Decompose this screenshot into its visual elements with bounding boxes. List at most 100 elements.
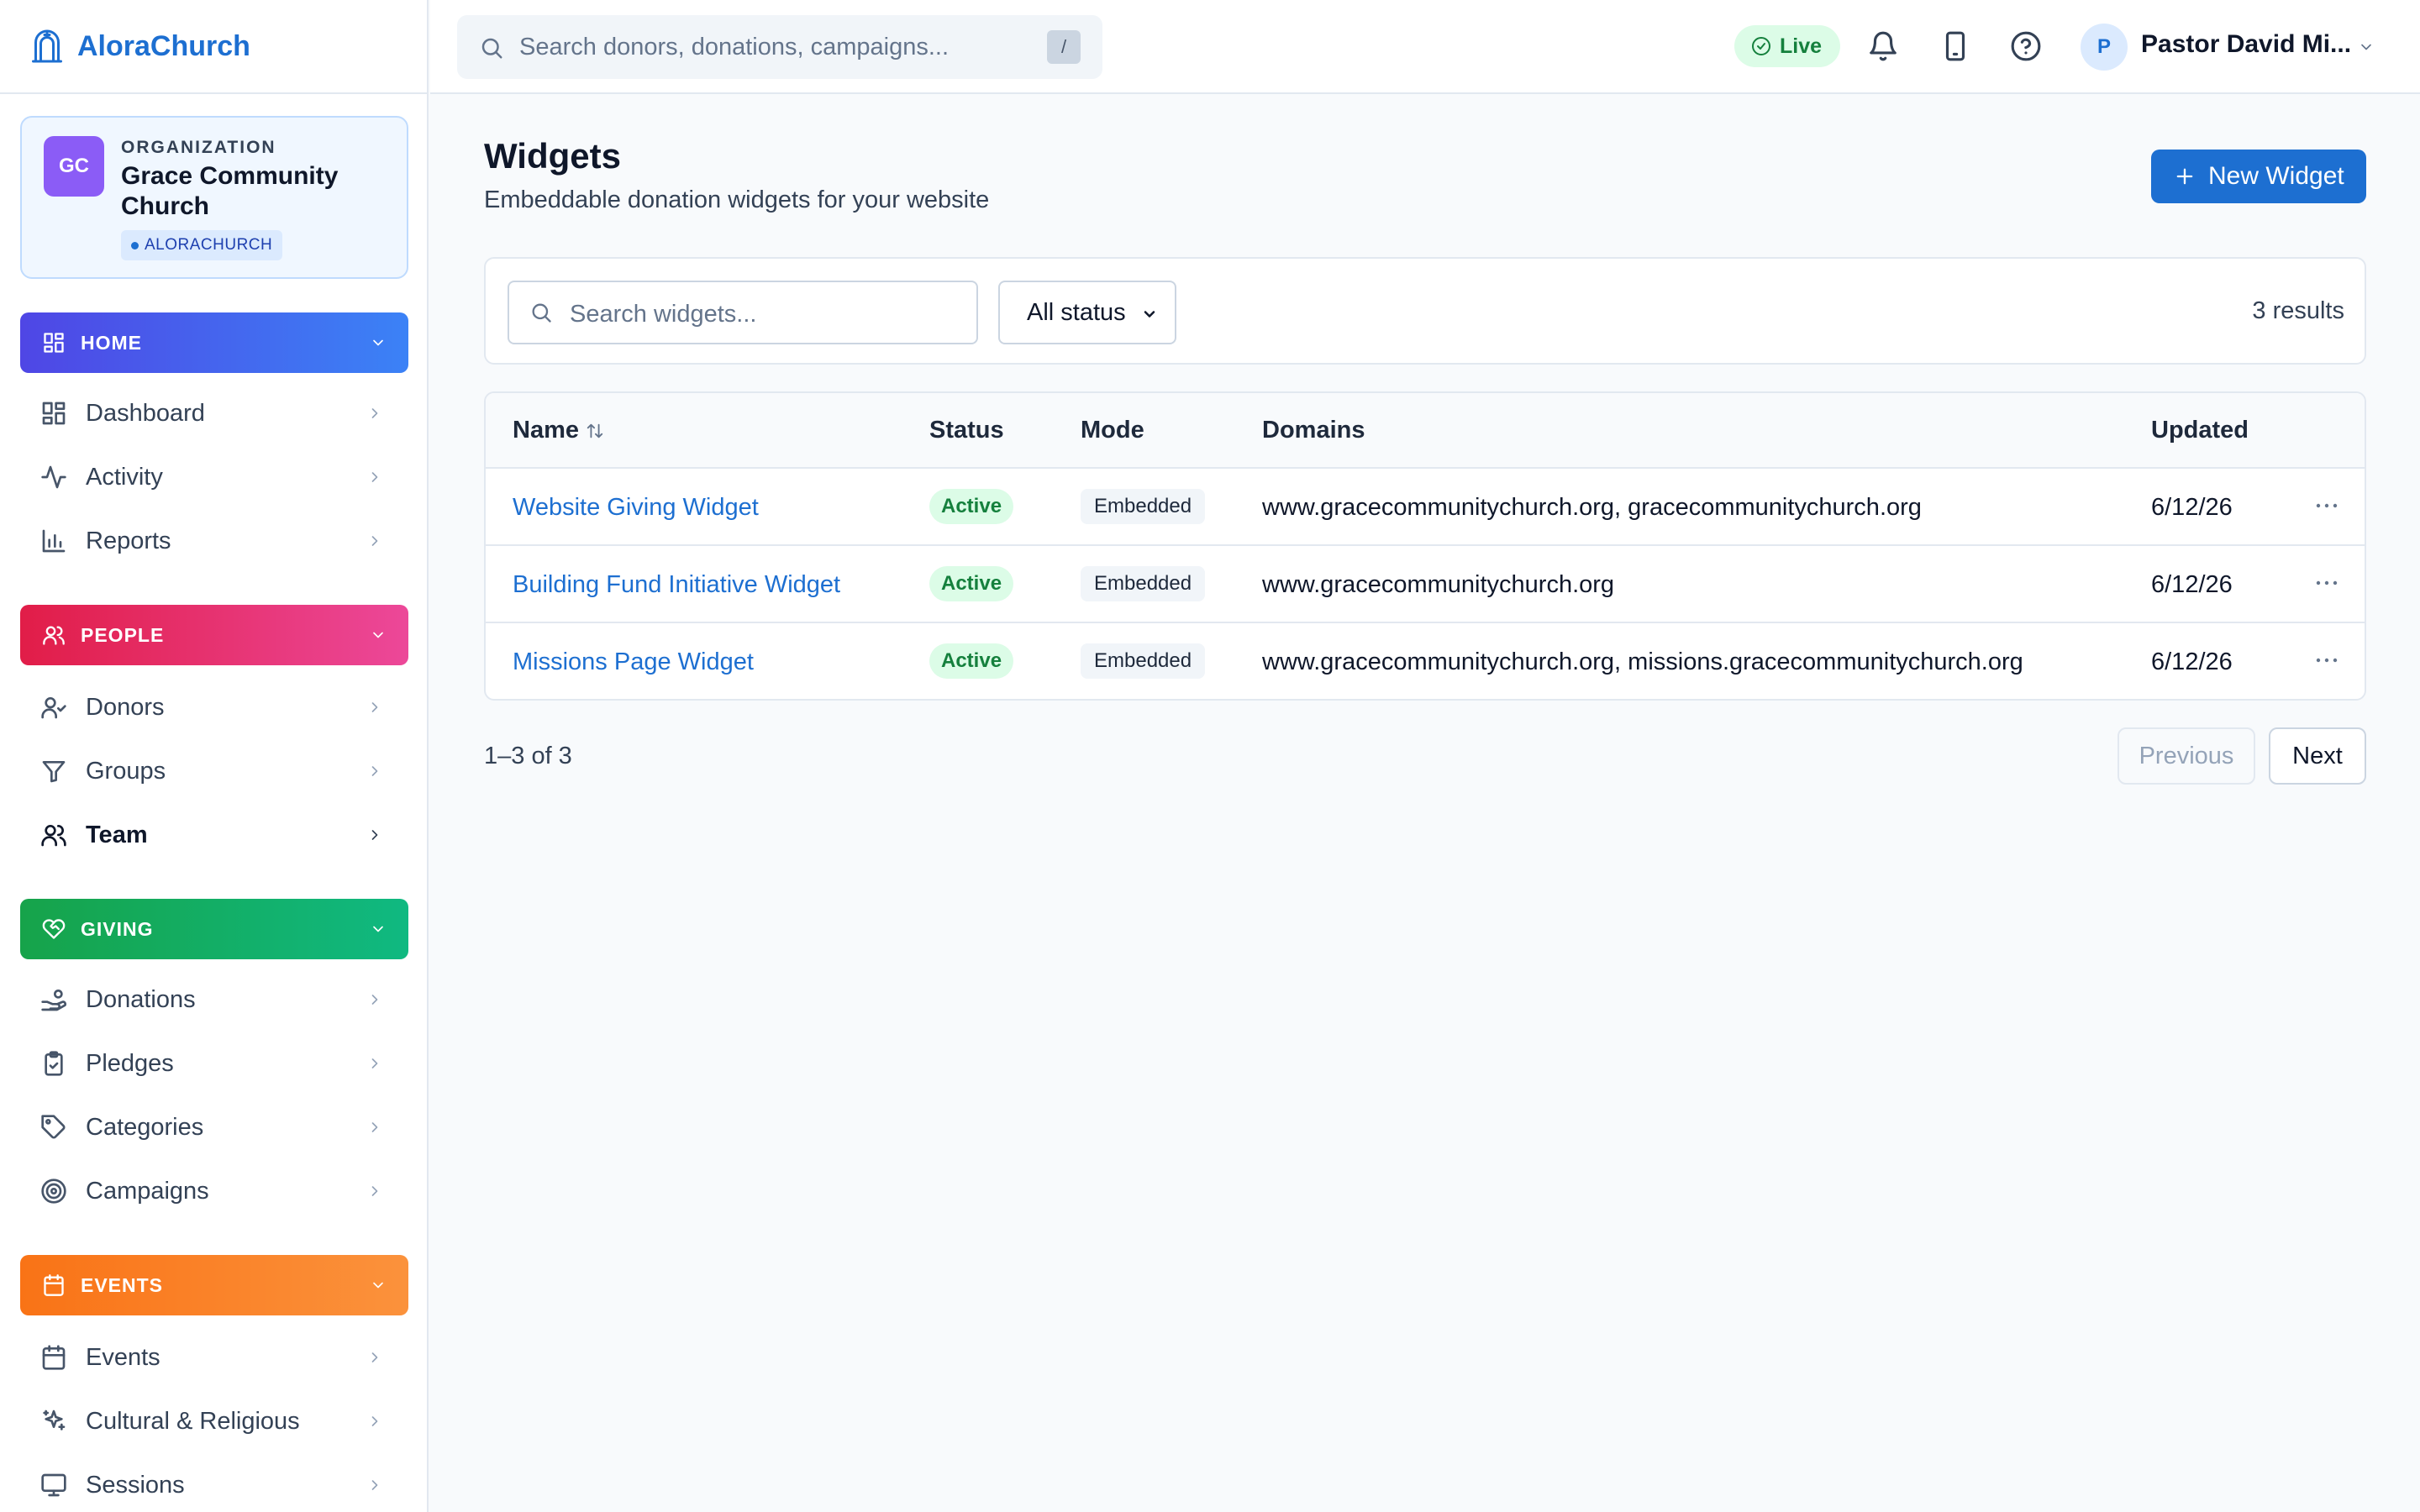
sidebar-item-campaigns[interactable]: Campaigns: [20, 1164, 408, 1218]
chevron-right-icon: [371, 1352, 378, 1362]
widget-search-placeholder: Search widgets...: [570, 301, 757, 328]
live-label: Live: [1780, 34, 1823, 58]
clipboard-check-icon: [45, 1051, 63, 1076]
new-widget-button[interactable]: New Widget: [2151, 150, 2366, 203]
mobile-icon[interactable]: [1939, 30, 1971, 62]
widget-name-link[interactable]: Missions Page Widget: [513, 648, 754, 676]
sidebar-item-team[interactable]: Team: [20, 808, 408, 862]
app-logo[interactable]: AloraChurch: [0, 0, 427, 94]
sidebar-item-donations[interactable]: Donations: [20, 973, 408, 1026]
sidebar-item-label: Reports: [86, 527, 171, 554]
section-label: HOME: [81, 331, 142, 354]
dashboard-icon: [42, 402, 66, 425]
status-filter-select[interactable]: All status: [998, 281, 1176, 344]
previous-page-button[interactable]: Previous: [2118, 727, 2255, 785]
widget-name-link[interactable]: Building Fund Initiative Widget: [513, 571, 840, 599]
widget-search-input[interactable]: Search widgets...: [508, 281, 978, 344]
more-horizontal-icon[interactable]: [2314, 650, 2339, 670]
help-icon[interactable]: [2010, 30, 2042, 62]
page-subtitle: Embeddable donation widgets for your web…: [484, 186, 990, 213]
widget-domains: www.gracecommunitychurch.org, missions.g…: [1262, 648, 2023, 675]
sidebar-item-label: Dashboard: [86, 399, 205, 427]
team-icon: [41, 825, 66, 847]
chevron-right-icon: [371, 1058, 378, 1068]
mode-badge: Embedded: [1081, 566, 1206, 601]
sidebar-item-dashboard[interactable]: Dashboard: [20, 386, 408, 440]
chevron-right-icon: [371, 766, 378, 776]
search-icon: [532, 303, 551, 323]
mode-badge: Embedded: [1081, 643, 1206, 679]
more-horizontal-icon[interactable]: [2314, 573, 2339, 593]
results-count: 3 results: [2252, 297, 2344, 324]
section-home[interactable]: HOME: [20, 312, 408, 373]
reports-icon: [42, 529, 66, 553]
sidebar-item-reports[interactable]: Reports: [20, 514, 408, 568]
status-badge: Active: [929, 489, 1014, 524]
chevron-down-icon[interactable]: [2358, 39, 2375, 55]
section-events[interactable]: EVENTS: [20, 1255, 408, 1315]
calendar-icon: [44, 1274, 64, 1296]
search-shortcut-key: /: [1047, 30, 1081, 64]
bell-icon[interactable]: [1867, 30, 1899, 62]
sidebar-item-label: Categories: [86, 1113, 204, 1141]
section-giving[interactable]: GIVING: [20, 899, 408, 959]
check-circle-icon: [1752, 37, 1770, 55]
donors-icon: [41, 697, 66, 719]
org-name: Grace Community Church: [121, 162, 339, 220]
sidebar-item-events[interactable]: Events: [20, 1331, 408, 1384]
status-filter-value: All status: [1027, 298, 1126, 326]
column-header-updated: Updated: [2151, 417, 2249, 444]
table-row: Building Fund Initiative Widget Active E…: [486, 546, 2365, 623]
global-search-input[interactable]: Search donors, donations, campaigns... /: [457, 15, 1102, 79]
live-mode-badge[interactable]: Live: [1734, 25, 1841, 67]
organization-switcher[interactable]: GC ORGANIZATION Grace Community Church A…: [20, 116, 408, 279]
chevron-right-icon: [371, 536, 378, 546]
sidebar-item-pledges[interactable]: Pledges: [20, 1037, 408, 1090]
grid-icon: [44, 333, 64, 353]
donations-icon: [41, 990, 67, 1011]
chevron-down-icon: [373, 926, 383, 932]
sidebar-item-label: Campaigns: [86, 1177, 209, 1205]
widget-updated: 6/12/26: [2151, 494, 2233, 521]
church-logo-icon: [32, 29, 62, 63]
sidebar-item-label: Activity: [86, 463, 163, 491]
sidebar-item-donors[interactable]: Donors: [20, 680, 408, 734]
org-label: ORGANIZATION: [121, 138, 276, 157]
sidebar-item-categories[interactable]: Categories: [20, 1100, 408, 1154]
target-icon: [41, 1179, 66, 1204]
chevron-down-icon: [373, 1282, 383, 1289]
column-header-domains: Domains: [1262, 417, 1365, 444]
sidebar-item-activity[interactable]: Activity: [20, 450, 408, 504]
column-header-name[interactable]: Name: [513, 417, 604, 444]
sidebar-item-label: Donations: [86, 985, 196, 1013]
mode-badge: Embedded: [1081, 489, 1206, 524]
sidebar-item-label: Cultural & Religious: [86, 1407, 300, 1435]
user-menu-name[interactable]: Pastor David Mi...: [2141, 30, 2351, 59]
sidebar-item-label: Team: [86, 821, 148, 848]
chevron-right-icon: [371, 1122, 378, 1132]
next-page-button[interactable]: Next: [2269, 727, 2366, 785]
section-label: GIVING: [81, 917, 154, 940]
sparkles-icon: [43, 1410, 66, 1431]
section-people[interactable]: PEOPLE: [20, 605, 408, 665]
sidebar-item-cultural-religious[interactable]: Cultural & Religious: [20, 1394, 408, 1448]
sidebar-item-label: Donors: [86, 693, 165, 721]
chevron-down-icon: [373, 632, 383, 638]
user-avatar[interactable]: P: [2081, 24, 2128, 71]
more-horizontal-icon[interactable]: [2314, 496, 2339, 516]
monitor-icon: [41, 1473, 66, 1497]
new-widget-label: New Widget: [2208, 162, 2344, 190]
page-title: Widgets: [484, 136, 621, 176]
app-name: AloraChurch: [77, 29, 250, 62]
widget-domains: www.gracecommunitychurch.org, gracecommu…: [1262, 494, 1922, 521]
column-header-mode: Mode: [1081, 417, 1144, 444]
chevron-down-icon: [373, 339, 383, 346]
funnel-icon: [42, 761, 66, 783]
chevron-right-icon: [371, 1186, 378, 1196]
table-header: Name Status Mode Domains Updated: [486, 393, 2365, 469]
sidebar-item-sessions[interactable]: Sessions: [20, 1458, 408, 1512]
table-row: Missions Page Widget Active Embedded www…: [486, 623, 2365, 699]
widget-name-link[interactable]: Website Giving Widget: [513, 494, 759, 522]
sidebar-item-label: Groups: [86, 757, 166, 785]
sidebar-item-groups[interactable]: Groups: [20, 744, 408, 798]
